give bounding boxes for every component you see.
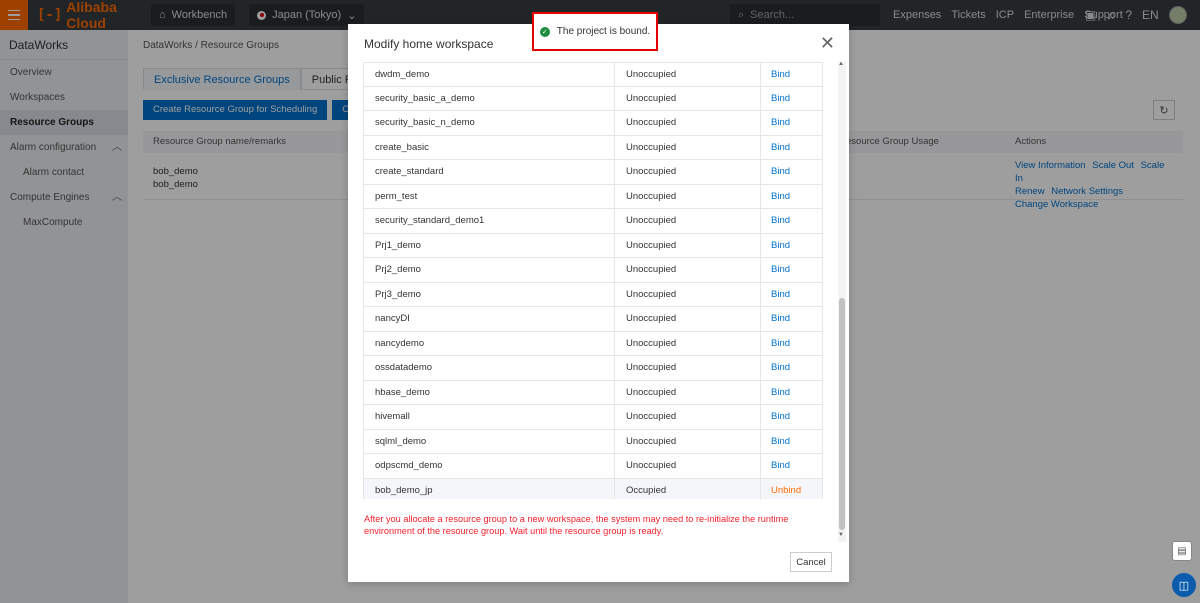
list-item: hivemall Unoccupied Bind <box>363 405 823 430</box>
bind-link[interactable]: Bind <box>761 307 822 331</box>
scroll-down-icon[interactable]: ▼ <box>838 532 844 538</box>
dialog-title: Modify home workspace <box>364 37 494 51</box>
workspace-name: create_basic <box>364 135 615 159</box>
apps-icon[interactable]: ◫ <box>1172 573 1196 597</box>
workspace-name: ossdatademo <box>364 356 615 380</box>
bind-link[interactable]: Bind <box>761 332 822 356</box>
list-item: security_standard_demo1 Unoccupied Bind <box>363 209 823 234</box>
workspace-name: Prj3_demo <box>364 282 615 306</box>
workspace-name: security_basic_a_demo <box>364 86 615 110</box>
close-icon[interactable]: ✕ <box>820 33 835 54</box>
bind-link[interactable]: Bind <box>761 283 822 307</box>
occupancy-status: Unoccupied <box>615 258 761 282</box>
occupancy-status: Unoccupied <box>615 307 761 331</box>
workspace-name: perm_test <box>364 184 615 208</box>
occupancy-status: Unoccupied <box>615 282 761 306</box>
occupancy-status: Unoccupied <box>615 63 761 86</box>
list-item: hbase_demo Unoccupied Bind <box>363 380 823 405</box>
workspace-name: nancyDI <box>364 307 615 331</box>
bind-link[interactable]: Bind <box>761 63 822 86</box>
workspace-name: odpscmd_demo <box>364 454 615 478</box>
workspace-name: hivemall <box>364 405 615 429</box>
list-item: create_basic Unoccupied Bind <box>363 135 823 160</box>
check-circle-icon: ✓ <box>539 26 550 37</box>
occupancy-status: Unoccupied <box>615 184 761 208</box>
occupancy-status: Unoccupied <box>615 454 761 478</box>
toast-message: The project is bound. <box>556 26 651 37</box>
workspace-name: nancydemo <box>364 331 615 355</box>
reinitialize-warning: After you allocate a resource group to a… <box>364 514 789 536</box>
bind-link[interactable]: Bind <box>761 405 822 429</box>
bind-link[interactable]: Bind <box>761 381 822 405</box>
list-item: sqlml_demo Unoccupied Bind <box>363 429 823 454</box>
occupancy-status: Unoccupied <box>615 111 761 135</box>
workspace-name: sqlml_demo <box>364 429 615 453</box>
list-item: nancyDI Unoccupied Bind <box>363 307 823 332</box>
bind-link[interactable]: Bind <box>761 160 822 184</box>
bind-link[interactable]: Bind <box>761 356 822 380</box>
occupancy-status: Unoccupied <box>615 405 761 429</box>
bind-link[interactable]: Bind <box>761 258 822 282</box>
occupancy-status: Unoccupied <box>615 380 761 404</box>
workspace-name: Prj2_demo <box>364 258 615 282</box>
occupancy-status: Unoccupied <box>615 233 761 257</box>
workspace-name: bob_demo_jp <box>364 478 615 499</box>
list-item: create_standard Unoccupied Bind <box>363 160 823 185</box>
list-item: perm_test Unoccupied Bind <box>363 184 823 209</box>
cancel-button[interactable]: Cancel <box>790 552 832 572</box>
bind-link[interactable]: Bind <box>761 111 822 135</box>
list-item: Prj2_demo Unoccupied Bind <box>363 258 823 283</box>
success-toast: ✓ The project is bound. <box>532 12 658 51</box>
occupancy-status: Occupied <box>615 478 761 499</box>
scrollbar-thumb[interactable] <box>839 298 845 530</box>
occupancy-status: Unoccupied <box>615 356 761 380</box>
occupancy-status: Unoccupied <box>615 331 761 355</box>
list-item: Prj3_demo Unoccupied Bind <box>363 282 823 307</box>
occupancy-status: Unoccupied <box>615 209 761 233</box>
workspace-name: hbase_demo <box>364 380 615 404</box>
bind-link[interactable]: Bind <box>761 430 822 454</box>
chat-icon[interactable]: ▤ <box>1172 541 1192 561</box>
occupancy-status: Unoccupied <box>615 86 761 110</box>
list-item: odpscmd_demo Unoccupied Bind <box>363 454 823 479</box>
bind-link[interactable]: Bind <box>761 136 822 160</box>
list-item: security_basic_a_demo Unoccupied Bind <box>363 86 823 111</box>
workspace-name: security_standard_demo1 <box>364 209 615 233</box>
occupancy-status: Unoccupied <box>615 429 761 453</box>
workspace-name: create_standard <box>364 160 615 184</box>
bind-link[interactable]: Bind <box>761 87 822 111</box>
occupancy-status: Unoccupied <box>615 135 761 159</box>
list-item: bob_demo_jp Occupied Unbind <box>363 478 823 500</box>
workspace-name: dwdm_demo <box>364 63 615 86</box>
modify-home-workspace-dialog: Modify home workspace ✕ dwdm_demo Unoccup… <box>348 24 849 582</box>
unbind-link[interactable]: Unbind <box>761 479 822 500</box>
bind-link[interactable]: Bind <box>761 209 822 233</box>
list-item: ossdatademo Unoccupied Bind <box>363 356 823 381</box>
bind-link[interactable]: Bind <box>761 454 822 478</box>
workspace-name: security_basic_n_demo <box>364 111 615 135</box>
list-item: nancydemo Unoccupied Bind <box>363 331 823 356</box>
scroll-up-icon[interactable]: ▲ <box>838 61 844 67</box>
list-item: dwdm_demo Unoccupied Bind <box>363 62 823 87</box>
list-item: security_basic_n_demo Unoccupied Bind <box>363 111 823 136</box>
workspace-name: Prj1_demo <box>364 233 615 257</box>
workspace-list: dwdm_demo Unoccupied Bind security_basic_a_… <box>363 62 823 499</box>
occupancy-status: Unoccupied <box>615 160 761 184</box>
list-item: Prj1_demo Unoccupied Bind <box>363 233 823 258</box>
bind-link[interactable]: Bind <box>761 234 822 258</box>
bind-link[interactable]: Bind <box>761 185 822 209</box>
